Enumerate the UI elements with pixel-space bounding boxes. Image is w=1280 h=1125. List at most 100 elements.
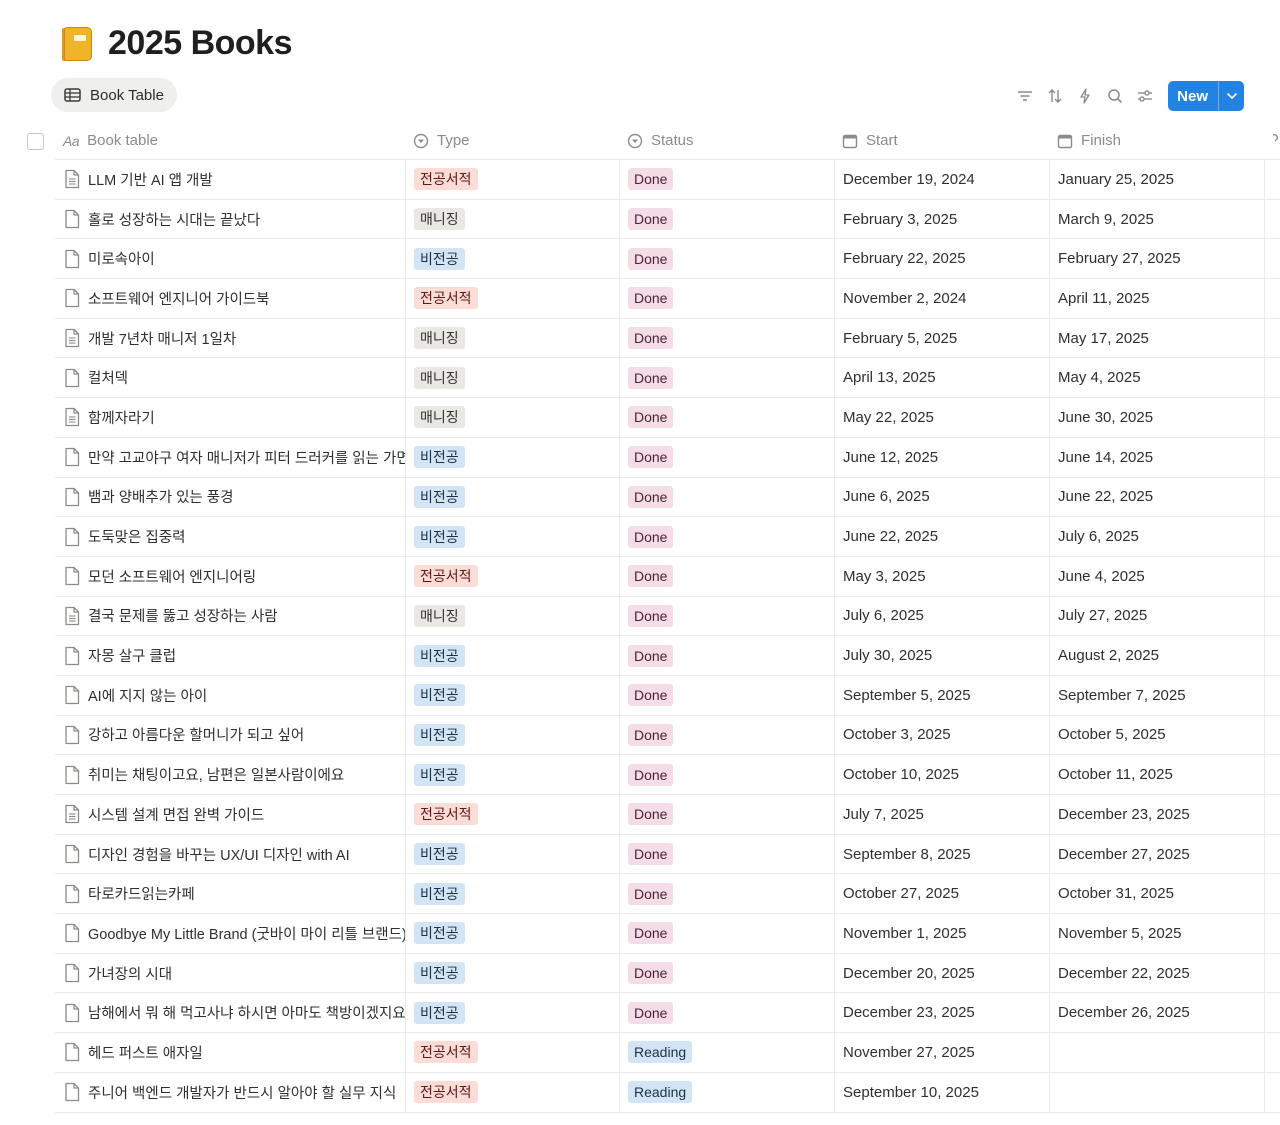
start-date-cell[interactable]: June 12, 2025 — [834, 437, 1049, 478]
book-title[interactable]: 취미는 채팅이고요, 남편은 일본사람이에요 — [88, 764, 344, 785]
type-cell[interactable]: 전공서적 — [405, 556, 619, 597]
extra-cell[interactable] — [1264, 477, 1280, 518]
finish-date-cell[interactable]: June 30, 2025 — [1049, 398, 1264, 438]
row-handle[interactable] — [0, 954, 55, 994]
table-row[interactable]: 디자인 경험을 바꾸는 UX/UI 디자인 with AI 비전공 Done Sept… — [0, 834, 1280, 875]
row-handle[interactable] — [0, 1073, 55, 1113]
start-date-cell[interactable]: April 13, 2025 — [834, 358, 1049, 399]
book-title[interactable]: 시스템 설계 면접 완벽 가이드 — [88, 804, 264, 825]
table-row[interactable]: 만약 고교야구 여자 매니저가 피터 드러커를 읽는 가면 비전공 Done June… — [0, 437, 1280, 478]
filter-icon[interactable] — [1010, 81, 1040, 111]
book-title[interactable]: 주니어 백엔드 개발자가 반드시 알아야 할 실무 지식 — [88, 1082, 396, 1103]
status-cell[interactable]: Done — [619, 318, 834, 359]
type-cell[interactable]: 비전공 — [405, 953, 619, 994]
finish-date-cell[interactable]: August 2, 2025 — [1049, 636, 1264, 676]
type-cell[interactable]: 매니징 — [405, 358, 619, 399]
status-cell[interactable]: Reading — [619, 1072, 834, 1113]
name-cell[interactable]: AI에 지지 않는 아이 — [55, 676, 405, 716]
row-handle[interactable] — [0, 358, 55, 398]
name-cell[interactable]: 개발 7년차 매니저 1일차 — [55, 319, 405, 359]
start-date-cell[interactable]: July 30, 2025 — [834, 636, 1049, 676]
name-cell[interactable]: Goodbye My Little Brand (굿바이 마이 리틀 브랜드) — [55, 914, 405, 954]
finish-date-cell[interactable]: June 4, 2025 — [1049, 556, 1264, 597]
status-cell[interactable]: Done — [619, 437, 834, 478]
status-cell[interactable]: Done — [619, 160, 834, 200]
type-cell[interactable]: 비전공 — [405, 437, 619, 478]
start-date-cell[interactable]: June 22, 2025 — [834, 517, 1049, 557]
row-handle[interactable] — [0, 795, 55, 835]
type-cell[interactable]: 비전공 — [405, 834, 619, 875]
row-handle[interactable] — [0, 993, 55, 1033]
status-cell[interactable]: Done — [619, 239, 834, 280]
status-cell[interactable]: Reading — [619, 1033, 834, 1073]
row-handle[interactable] — [0, 716, 55, 756]
status-cell[interactable]: Done — [619, 398, 834, 438]
start-date-cell[interactable]: September 8, 2025 — [834, 834, 1049, 875]
finish-date-cell[interactable]: July 27, 2025 — [1049, 596, 1264, 637]
start-date-cell[interactable]: November 27, 2025 — [834, 1033, 1049, 1073]
table-row[interactable]: 남해에서 뭐 해 먹고사냐 하시면 아마도 책방이겠지요 비전공 Done Decem… — [0, 993, 1280, 1034]
status-cell[interactable]: Done — [619, 755, 834, 795]
tab-book-table[interactable]: Book Table — [51, 78, 177, 112]
table-row[interactable]: 함께자라기 매니징 Done May 22, 2025 June 30, 2025 — [0, 398, 1280, 438]
name-cell[interactable]: 함께자라기 — [55, 398, 405, 438]
finish-date-cell[interactable]: October 5, 2025 — [1049, 715, 1264, 756]
name-cell[interactable]: 주니어 백엔드 개발자가 반드시 알아야 할 실무 지식 — [55, 1073, 405, 1113]
book-title[interactable]: 홀로 성장하는 시대는 끝났다 — [88, 209, 260, 230]
book-title[interactable]: 타로카드읽는카페 — [88, 883, 195, 904]
finish-date-cell[interactable]: June 22, 2025 — [1049, 477, 1264, 518]
start-date-cell[interactable]: February 3, 2025 — [834, 199, 1049, 240]
book-title[interactable]: 도둑맞은 집중력 — [88, 526, 185, 547]
start-date-cell[interactable]: December 20, 2025 — [834, 953, 1049, 994]
book-title[interactable]: 함께자라기 — [88, 407, 155, 428]
table-row[interactable]: 뱀과 양배추가 있는 풍경 비전공 Done June 6, 2025 June 22,… — [0, 477, 1280, 518]
extra-cell[interactable] — [1264, 358, 1280, 399]
column-header-finish[interactable]: Finish — [1049, 122, 1264, 160]
row-handle[interactable] — [0, 557, 55, 597]
book-title[interactable]: 결국 문제를 뚫고 성장하는 사람 — [88, 605, 278, 626]
finish-date-cell[interactable]: February 27, 2025 — [1049, 239, 1264, 280]
book-title[interactable]: 자몽 살구 클럽 — [88, 645, 176, 666]
start-date-cell[interactable]: November 2, 2024 — [834, 279, 1049, 319]
finish-date-cell[interactable]: October 31, 2025 — [1049, 874, 1264, 915]
new-button-label[interactable]: New — [1168, 88, 1218, 105]
table-row[interactable]: LLM 기반 AI 앱 개발 전공서적 Done December 19, 2024 J… — [0, 160, 1280, 200]
extra-cell[interactable] — [1264, 517, 1280, 557]
book-title[interactable]: 미로속아이 — [88, 248, 155, 269]
lightning-icon[interactable] — [1070, 81, 1100, 111]
table-row[interactable]: 모던 소프트웨어 엔지니어링 전공서적 Done May 3, 2025 June 4,… — [0, 556, 1280, 597]
row-handle[interactable] — [0, 517, 55, 557]
type-cell[interactable]: 전공서적 — [405, 795, 619, 835]
row-handle[interactable] — [0, 478, 55, 518]
row-handle[interactable] — [0, 597, 55, 637]
book-title[interactable]: 컬처덱 — [88, 367, 128, 388]
table-row[interactable]: 소프트웨어 엔지니어 가이드북 전공서적 Done November 2, 2024 A… — [0, 279, 1280, 319]
row-handle[interactable] — [0, 160, 55, 200]
book-title[interactable]: 강하고 아름다운 할머니가 되고 싶어 — [88, 724, 304, 745]
book-title[interactable]: LLM 기반 AI 앱 개발 — [88, 169, 213, 190]
finish-date-cell[interactable]: May 4, 2025 — [1049, 358, 1264, 399]
name-cell[interactable]: 모던 소프트웨어 엔지니어링 — [55, 557, 405, 597]
start-date-cell[interactable]: June 6, 2025 — [834, 477, 1049, 518]
status-cell[interactable]: Done — [619, 517, 834, 557]
table-row[interactable]: 헤드 퍼스트 애자일 전공서적 Reading November 27, 2025 — [0, 1033, 1280, 1073]
status-cell[interactable]: Done — [619, 556, 834, 597]
start-date-cell[interactable]: September 10, 2025 — [834, 1072, 1049, 1113]
ledger-book-icon[interactable] — [60, 25, 94, 63]
row-handle[interactable] — [0, 676, 55, 716]
start-date-cell[interactable]: May 22, 2025 — [834, 398, 1049, 438]
name-cell[interactable]: 헤드 퍼스트 애자일 — [55, 1033, 405, 1073]
start-date-cell[interactable]: February 5, 2025 — [834, 318, 1049, 359]
row-handle[interactable] — [0, 1033, 55, 1073]
table-row[interactable]: Goodbye My Little Brand (굿바이 마이 리틀 브랜드) 비… — [0, 914, 1280, 954]
sort-icon[interactable] — [1040, 81, 1070, 111]
book-title[interactable]: AI에 지지 않는 아이 — [88, 685, 207, 706]
status-cell[interactable]: Done — [619, 596, 834, 637]
extra-cell[interactable] — [1264, 318, 1280, 359]
table-row[interactable]: 타로카드읽는카페 비전공 Done October 27, 2025 October 3… — [0, 874, 1280, 915]
chevron-down-icon[interactable] — [1218, 81, 1244, 111]
name-cell[interactable]: 타로카드읽는카페 — [55, 874, 405, 915]
extra-cell[interactable] — [1264, 715, 1280, 756]
type-cell[interactable]: 매니징 — [405, 596, 619, 637]
status-cell[interactable]: Done — [619, 358, 834, 399]
